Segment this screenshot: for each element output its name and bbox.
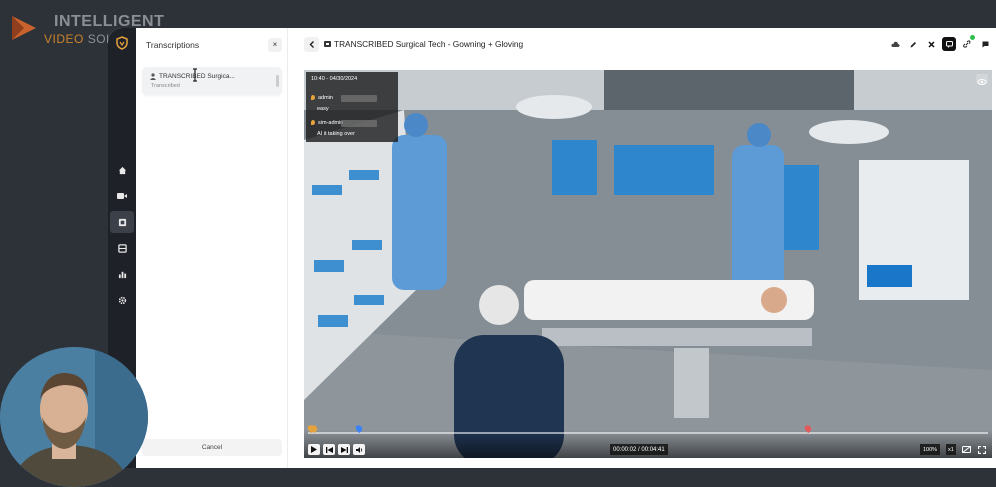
app-shield-icon	[116, 36, 128, 50]
panel-title: Transcriptions	[146, 40, 200, 50]
brand-mark-icon	[12, 16, 36, 40]
volume-button[interactable]	[353, 444, 365, 455]
library-icon	[117, 243, 127, 253]
nav-transcriptions[interactable]	[110, 211, 134, 233]
play-button[interactable]	[308, 444, 320, 455]
presenter-video	[0, 347, 148, 487]
transcription-item-status: Transcribed	[151, 83, 180, 89]
transcriptions-icon	[118, 218, 126, 226]
link-button[interactable]	[960, 35, 975, 51]
comment-tag	[341, 95, 377, 102]
recording-icon	[324, 41, 331, 47]
app-window: Transcriptions × TRANSCRIBED Surgica... …	[108, 28, 996, 468]
player-controls: 00:00:02 / 00:04:41 100% x1	[304, 423, 992, 458]
playback-speed[interactable]: x1	[946, 444, 956, 455]
comment-user: admin	[318, 95, 333, 101]
video-frame	[304, 70, 992, 458]
link-icon	[963, 40, 971, 48]
timeline-track[interactable]	[308, 432, 988, 434]
cancel-button[interactable]: Cancel	[142, 439, 282, 456]
comment-tag	[341, 120, 377, 127]
fullscreen-button[interactable]	[976, 444, 988, 455]
skip-forward-button[interactable]	[338, 444, 350, 455]
reports-icon	[118, 271, 126, 278]
back-button[interactable]	[304, 37, 319, 52]
video-timestamp: 10:40 - 04/30/2024	[311, 76, 358, 82]
status-dot	[970, 35, 975, 40]
comment-text: easy	[317, 106, 329, 112]
edit-icon	[910, 41, 916, 47]
nav-reports[interactable]	[108, 263, 136, 285]
video-header: TRANSCRIBED Surgical Tech - Gowning + Gl…	[304, 35, 996, 54]
captions-off-button[interactable]	[960, 444, 972, 455]
text-cursor-icon	[193, 68, 197, 82]
transcriptions-panel: Transcriptions × TRANSCRIBED Surgica... …	[136, 28, 288, 468]
nav-settings[interactable]	[108, 289, 136, 311]
comment-text: AI it taking over	[317, 131, 355, 137]
volume-icon	[355, 446, 362, 453]
chat-icon	[945, 40, 953, 48]
skip-back-button[interactable]	[323, 444, 335, 455]
skip-forward-icon	[340, 446, 348, 453]
nav-home[interactable]	[108, 159, 136, 181]
chat-button[interactable]	[942, 37, 956, 51]
zoom-level[interactable]: 100%	[920, 444, 941, 455]
play-icon	[311, 446, 317, 453]
comments-overlay: 10:40 - 04/30/2024 admin easy sim-admin …	[306, 72, 398, 142]
settings-icon	[118, 296, 126, 304]
video-title: TRANSCRIBED Surgical Tech - Gowning + Gl…	[334, 39, 524, 49]
comment-user: sim-admin	[318, 120, 344, 126]
eye-icon	[977, 79, 987, 85]
person-icon	[150, 73, 156, 80]
comment-button[interactable]	[978, 37, 992, 51]
visibility-toggle[interactable]	[976, 74, 988, 85]
time-display: 00:00:02 / 00:04:41	[610, 444, 668, 455]
chevron-left-icon	[309, 41, 314, 48]
nav-library[interactable]	[108, 237, 136, 259]
close-icon	[927, 40, 935, 48]
presenter-webcam	[0, 347, 148, 487]
nav-video[interactable]	[108, 185, 136, 207]
fullscreen-icon	[978, 445, 986, 454]
transcription-item[interactable]: TRANSCRIBED Surgica... Transcribed	[142, 67, 282, 95]
video-player[interactable]: 10:40 - 04/30/2024 admin easy sim-admin …	[304, 70, 992, 458]
close-video-button[interactable]	[924, 37, 938, 51]
panel-close-button[interactable]: ×	[268, 38, 282, 52]
comment-icon	[982, 41, 988, 47]
cloud-button[interactable]	[888, 37, 902, 51]
user-pin-icon	[311, 120, 315, 125]
edit-button[interactable]	[906, 37, 920, 51]
captions-off-icon	[961, 446, 971, 453]
video-icon	[117, 193, 127, 199]
user-pin-icon	[311, 95, 315, 100]
header-toolbar	[888, 35, 992, 51]
skip-back-icon	[325, 446, 333, 453]
cloud-icon	[890, 41, 900, 47]
item-drag-handle[interactable]	[276, 75, 279, 87]
home-icon	[118, 166, 126, 174]
